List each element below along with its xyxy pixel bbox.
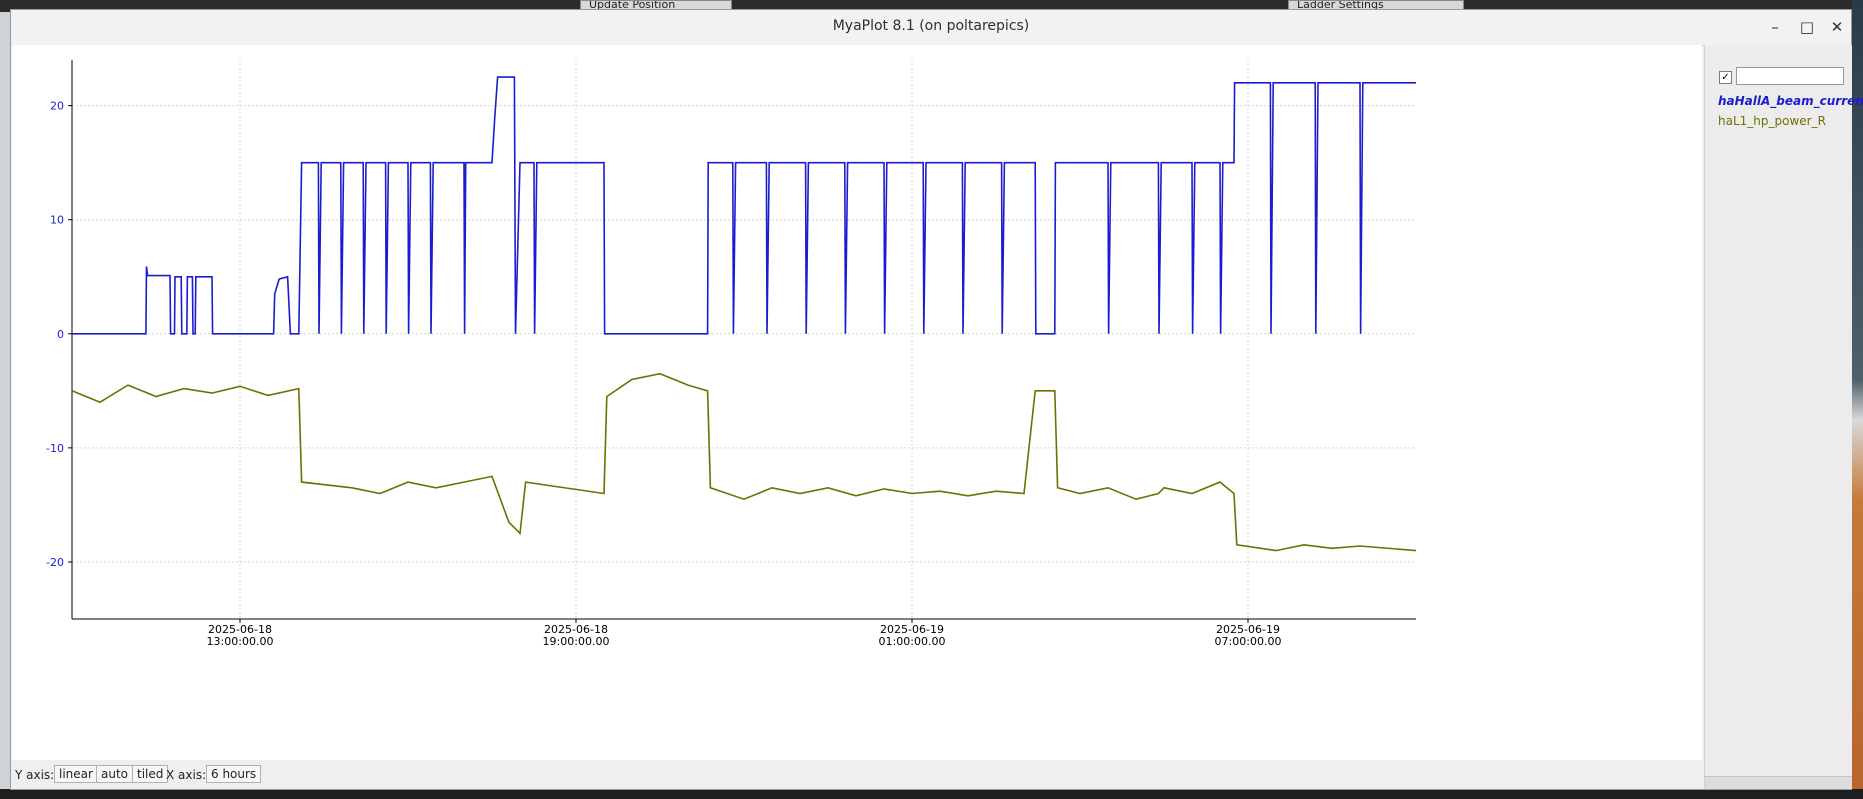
y-tick-label: 10 — [50, 214, 64, 227]
desktop-background-bottom — [0, 789, 1863, 799]
legend-filter-input[interactable] — [1736, 67, 1844, 85]
x-span-button[interactable]: 6 hours — [206, 765, 262, 783]
minimize-button[interactable]: – — [1765, 17, 1785, 37]
maximize-button[interactable]: □ — [1797, 17, 1817, 37]
y-tick-label: 0 — [57, 328, 64, 341]
y-tick-label: -20 — [46, 556, 64, 569]
legend-item-hp-power[interactable]: haL1_hp_power_R — [1718, 114, 1826, 128]
y-range-button[interactable]: auto — [96, 765, 134, 783]
myaplot-window: MyaPlot 8.1 (on poltarepics) – □ ✕ -20 -1… — [10, 9, 1863, 790]
title-bar[interactable]: MyaPlot 8.1 (on poltarepics) – □ ✕ — [11, 10, 1851, 46]
y-axis-label: Y axis: — [15, 768, 55, 782]
desktop-background-edge — [1852, 0, 1863, 799]
legend-horizontal-scrollbar[interactable] — [1705, 776, 1852, 789]
x-tick-time-label: 07:00:00.00 — [1215, 635, 1282, 648]
close-button[interactable]: ✕ — [1827, 17, 1847, 37]
x-tick-time-label: 01:00:00.00 — [879, 635, 946, 648]
series-line-0 — [72, 76, 1416, 335]
x-tick-time-label: 19:00:00.00 — [543, 635, 610, 648]
y-layout-button[interactable]: tiled — [132, 765, 169, 783]
legend-visibility-checkbox[interactable]: ✓ — [1719, 71, 1732, 84]
chart[interactable]: -20-10010202025-06-1813:00:00.002025-06-… — [12, 45, 1702, 760]
x-tick-time-label: 13:00:00.00 — [207, 635, 274, 648]
plot-area[interactable]: -20 -10 0 10 20 2025-06-18 13:00:00.00 2025-06-… — [12, 45, 1702, 760]
series-line-1 — [71, 372, 1417, 552]
y-tick-label: -10 — [46, 442, 64, 455]
status-bar: Y axis: linear auto tiled X axis: 6 hour… — [12, 760, 1702, 789]
legend-item-beam-current[interactable]: haHallA_beam_curren — [1718, 94, 1863, 108]
y-tick-label: 20 — [50, 100, 64, 113]
window-title: MyaPlot 8.1 (on poltarepics) — [832, 18, 1030, 34]
y-scale-button[interactable]: linear — [54, 765, 98, 783]
legend-panel: ✓ haHallA_beam_curren haL1_hp_power_R — [1704, 45, 1863, 789]
x-axis-label: X axis: — [166, 768, 207, 782]
